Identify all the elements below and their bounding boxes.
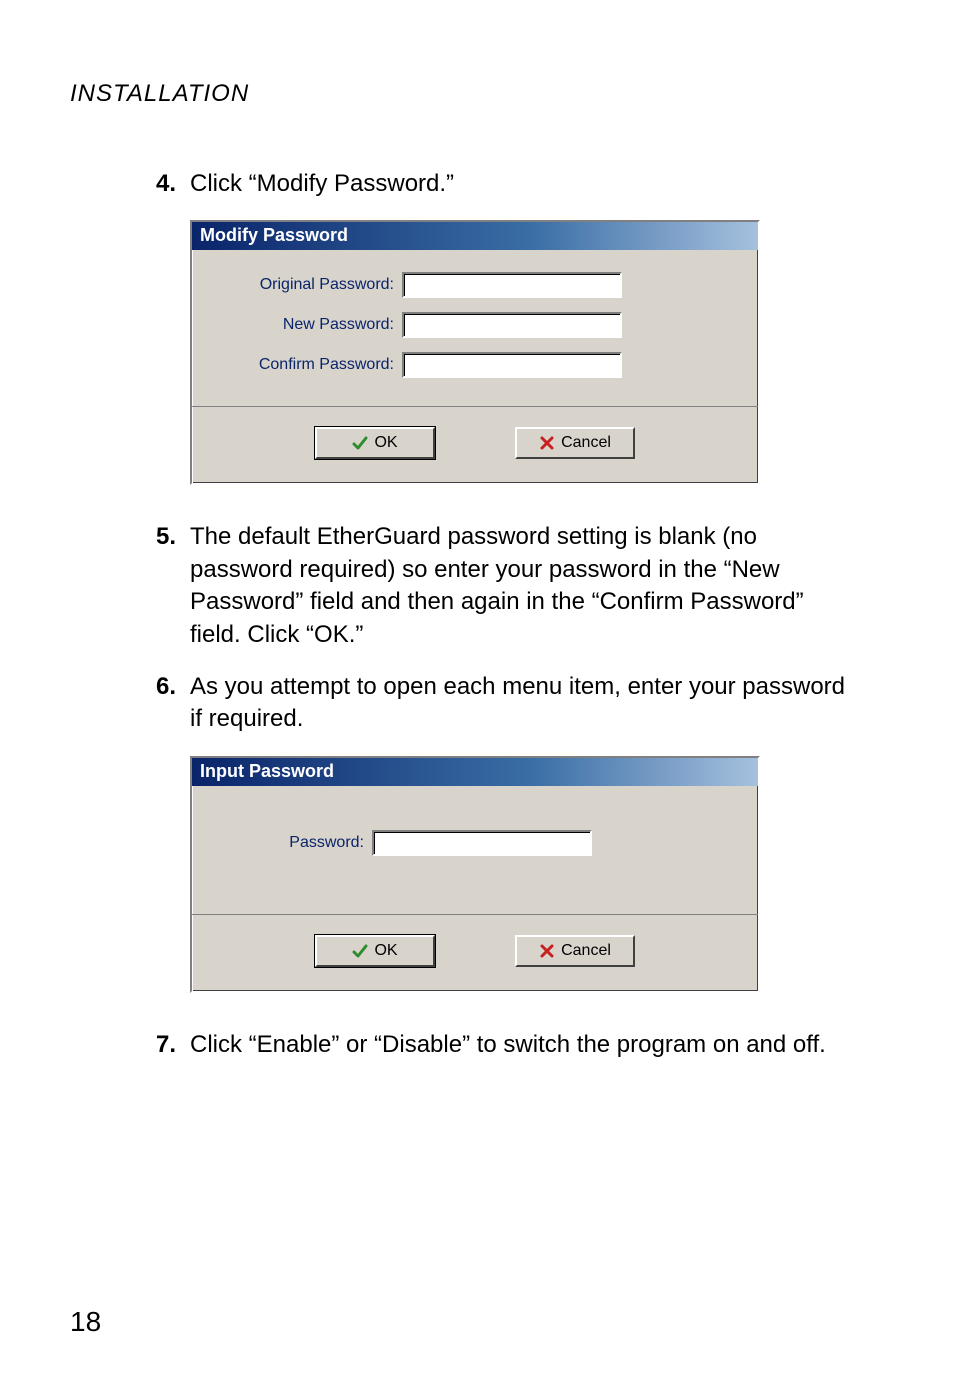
step-number: 5.: [150, 521, 190, 651]
original-password-label: Original Password:: [222, 276, 402, 294]
ok-button[interactable]: OK: [315, 935, 435, 967]
cancel-button-label: Cancel: [561, 942, 611, 960]
x-icon: [539, 435, 555, 451]
step-number: 6.: [150, 671, 190, 736]
new-password-label: New Password:: [222, 316, 402, 334]
step-4: 4. Click “Modify Password.”: [150, 168, 854, 200]
password-label: Password:: [222, 834, 372, 852]
step-text: Click “Modify Password.”: [190, 168, 854, 200]
check-icon: [352, 943, 368, 959]
step-number: 4.: [150, 168, 190, 200]
step-6: 6. As you attempt to open each menu item…: [150, 671, 854, 736]
step-text: The default EtherGuard password setting …: [190, 521, 854, 651]
dialog-title: Input Password: [192, 758, 758, 786]
confirm-password-input[interactable]: [402, 352, 622, 378]
check-icon: [352, 435, 368, 451]
step-text: As you attempt to open each menu item, e…: [190, 671, 854, 736]
step-5: 5. The default EtherGuard password setti…: [150, 521, 854, 651]
original-password-input[interactable]: [402, 272, 622, 298]
password-input[interactable]: [372, 830, 592, 856]
cancel-button[interactable]: Cancel: [515, 935, 635, 967]
input-password-dialog: Input Password Password: OK Cancel: [190, 756, 760, 993]
cancel-button[interactable]: Cancel: [515, 427, 635, 459]
ok-button-label: OK: [374, 434, 397, 452]
ok-button[interactable]: OK: [315, 427, 435, 459]
cancel-button-label: Cancel: [561, 434, 611, 452]
dialog-title: Modify Password: [192, 222, 758, 250]
modify-password-dialog: Modify Password Original Password: New P…: [190, 220, 760, 485]
running-head: INSTALLATION: [70, 80, 884, 108]
x-icon: [539, 943, 555, 959]
page-number: 18: [70, 1306, 101, 1338]
step-text: Click “Enable” or “Disable” to switch th…: [190, 1029, 854, 1061]
confirm-password-label: Confirm Password:: [222, 356, 402, 374]
ok-button-label: OK: [374, 942, 397, 960]
step-number: 7.: [150, 1029, 190, 1061]
new-password-input[interactable]: [402, 312, 622, 338]
step-7: 7. Click “Enable” or “Disable” to switch…: [150, 1029, 854, 1061]
